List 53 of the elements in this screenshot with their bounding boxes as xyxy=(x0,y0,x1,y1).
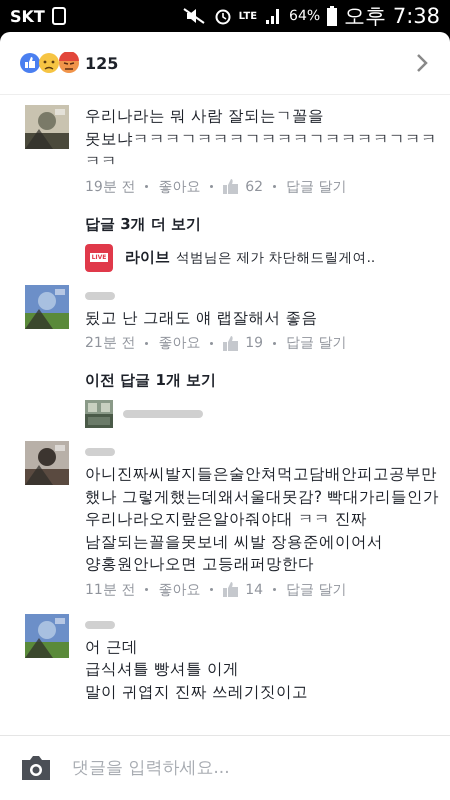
reply-link[interactable]: 답글 달기 xyxy=(286,178,347,196)
reply-author: 라이브 xyxy=(125,248,170,267)
separator-dot xyxy=(273,185,276,188)
comment-line: 말이 귀엽지 진짜 쓰레기짓이고 xyxy=(85,682,308,702)
separator-dot xyxy=(273,588,276,591)
view-replies-link[interactable]: 답글 3개 더 보기 xyxy=(85,212,202,234)
separator-dot xyxy=(210,185,214,188)
thumbs-up-icon xyxy=(223,336,240,350)
reaction-count: 125 xyxy=(85,54,118,72)
comment-line: ㅋㅋ xyxy=(85,151,117,172)
comment-line: 했나 그렇게했는데왜서울대못감? 빡대가리들인가 xyxy=(85,486,440,508)
reply-text: 석범님은 제가 차단해드릴게여.. xyxy=(176,248,376,266)
comment-input[interactable]: 댓글을 입력하세요... xyxy=(72,752,430,784)
clock-label: 오후 7:38 xyxy=(344,3,440,30)
separator-dot xyxy=(210,588,214,591)
comment-line: 우리나라오지랖은알아줘야대 ㅋㅋ 진짜 xyxy=(85,509,367,530)
view-replies-link[interactable]: 이전 답글 1개 보기 xyxy=(85,369,216,391)
battery-label: 64% xyxy=(289,8,320,24)
separator-dot xyxy=(145,588,148,591)
comment-line: 아니진짜씨발지들은술안쳐먹고담배안피고공부만 xyxy=(85,464,437,485)
thumbs-up-icon xyxy=(223,179,240,194)
thumbs-up-icon xyxy=(223,582,240,597)
comment-line: 못보냐ㅋㅋㅋㄱㅋㅋㅋㄱㅋㅋㅋㄱㅋㅋㅋㅋㄱㅋㅋ xyxy=(85,128,437,150)
phone-icon xyxy=(52,7,66,25)
mute-icon xyxy=(180,7,207,25)
carrier-label: SKT xyxy=(10,6,45,26)
like-count: 19 xyxy=(245,335,264,351)
comment-line: 어 근데 xyxy=(85,636,138,658)
comment-line: 우리나라는 뭐 사람 잘되는ㄱ꼴을 xyxy=(85,106,324,127)
reactions-icon xyxy=(19,52,81,74)
timestamp: 11분 전 xyxy=(85,580,136,598)
separator-dot xyxy=(145,185,148,188)
chevron-right-icon[interactable] xyxy=(416,53,428,73)
like-link[interactable]: 좋아요 xyxy=(158,334,200,352)
reply-link[interactable]: 답글 달기 xyxy=(286,334,347,352)
separator-dot xyxy=(145,342,148,344)
timestamp: 19분 전 xyxy=(85,178,136,196)
reply-link[interactable]: 답글 달기 xyxy=(286,580,347,598)
camera-icon[interactable] xyxy=(20,755,52,781)
like-count: 62 xyxy=(245,178,264,194)
like-count: 14 xyxy=(245,582,264,598)
battery-icon xyxy=(327,6,338,26)
separator-dot xyxy=(273,342,276,344)
comment-line: 남잘되는꼴을못보네 씨발 장용준에이어서 xyxy=(85,532,383,552)
timestamp: 21분 전 xyxy=(85,334,136,352)
comment-line: 양홍원안나오면 고등래퍼망한다 xyxy=(85,554,314,575)
separator-dot xyxy=(210,342,214,344)
comment-line: 됬고 난 그래도 얘 랩잘해서 좋음 xyxy=(85,308,318,328)
network-label: LTE xyxy=(238,10,258,22)
like-link[interactable]: 좋아요 xyxy=(158,178,200,196)
like-link[interactable]: 좋아요 xyxy=(158,580,200,598)
comment-line: 급식셔틀 빵셔틀 이게 xyxy=(85,659,239,680)
alarm-icon xyxy=(214,7,232,25)
